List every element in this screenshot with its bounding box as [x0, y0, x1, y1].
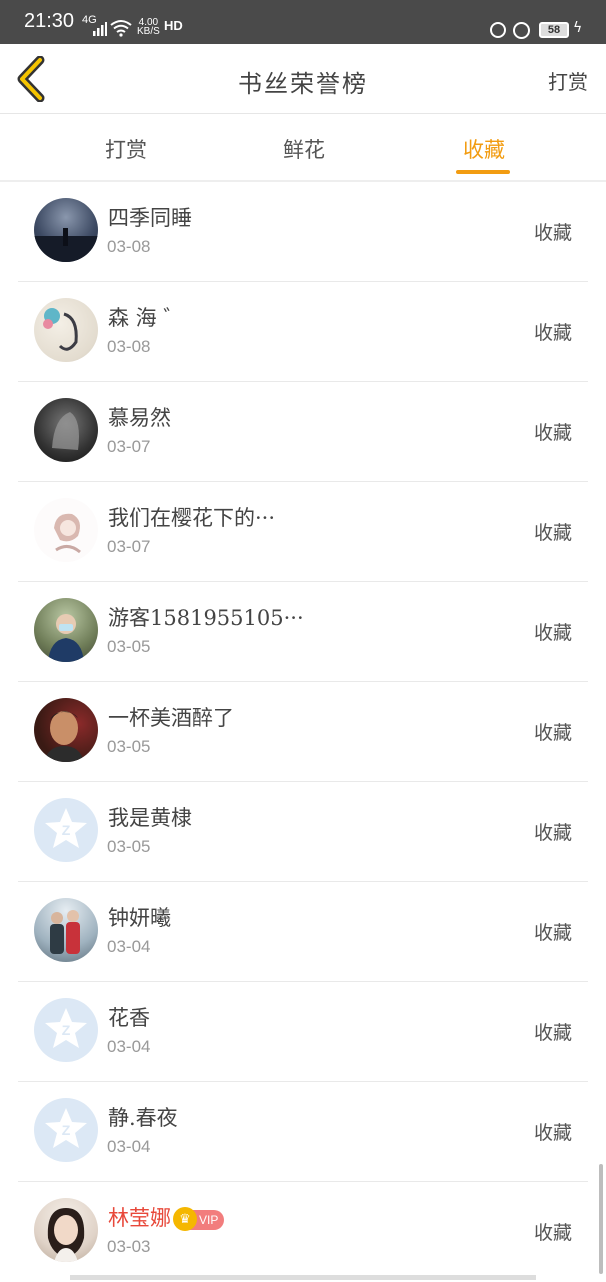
date: 03-07: [107, 537, 151, 556]
avatar: [34, 498, 98, 562]
reward-button[interactable]: 打赏: [548, 66, 588, 95]
net-speed: 4.00 KB/S: [137, 18, 160, 37]
action-label: 收藏: [533, 722, 572, 744]
alarm-icon: [513, 22, 530, 39]
user-name: 静.春夜: [108, 1106, 178, 1130]
scrollbar[interactable]: [599, 1164, 603, 1274]
next-row-edge: [70, 1275, 536, 1280]
signal-icon: [93, 22, 107, 36]
list-item[interactable]: 森 海 ゛ 03-08 收藏: [0, 282, 606, 382]
speed-unit: KB/S: [137, 26, 160, 37]
date: 03-04: [107, 937, 151, 956]
date: 03-03: [107, 1237, 151, 1256]
list-item[interactable]: 游客1581955105··· 03-05 收藏: [0, 582, 606, 682]
list-item[interactable]: Z 花香 03-04 收藏: [0, 982, 606, 1082]
date: 03-04: [107, 1037, 151, 1056]
date: 03-08: [107, 337, 151, 356]
action-label: 收藏: [533, 622, 572, 644]
avatar: [34, 898, 98, 962]
hd-indicator: HD: [164, 18, 183, 33]
avatar: [34, 398, 98, 462]
vip-badge: ♛ VIP: [173, 1206, 225, 1231]
list-item[interactable]: 钟妍曦 03-04 收藏: [0, 882, 606, 982]
avatar: [34, 598, 98, 662]
list-item[interactable]: Z 我是黄棣 03-05 收藏: [0, 782, 606, 882]
list-item[interactable]: Z 静.春夜 03-04 收藏: [0, 1082, 606, 1182]
user-name: 林莹娜 ♛ VIP: [108, 1202, 225, 1232]
action-label: 收藏: [533, 822, 572, 844]
tab-flowers[interactable]: 鲜花: [244, 134, 364, 164]
action-label: 收藏: [533, 1222, 572, 1244]
default-avatar-icon: Z: [34, 798, 98, 862]
date: 03-05: [107, 737, 151, 756]
list-item[interactable]: 我们在樱花下的··· 03-07 收藏: [0, 482, 606, 582]
tab-reward[interactable]: 打赏: [66, 134, 186, 164]
avatar: [34, 298, 98, 362]
action-label: 收藏: [533, 322, 572, 344]
user-name: 钟妍曦: [108, 906, 171, 930]
app-header: 书丝荣誉榜 打赏: [0, 44, 606, 114]
date: 03-04: [107, 1137, 151, 1156]
action-label: 收藏: [533, 1122, 572, 1144]
user-name: 游客1581955105···: [108, 606, 304, 630]
battery-icon: 58: [539, 22, 569, 38]
lock-icon: [490, 22, 506, 38]
avatar: [34, 698, 98, 762]
user-name-text: 林莹娜: [108, 1206, 171, 1230]
list-item[interactable]: 慕易然 03-07 收藏: [0, 382, 606, 482]
charging-icon: ϟ: [573, 20, 583, 36]
action-label: 收藏: [533, 422, 572, 444]
wifi-icon: [110, 20, 132, 37]
date: 03-08: [107, 237, 151, 256]
crown-icon: ♛: [173, 1206, 197, 1231]
user-name: 我是黄棣: [108, 806, 192, 830]
tab-favorites[interactable]: 收藏: [424, 134, 544, 164]
default-avatar-icon: Z: [34, 1098, 98, 1162]
user-name: 慕易然: [108, 406, 171, 430]
list-item[interactable]: 一杯美酒醉了 03-05 收藏: [0, 682, 606, 782]
active-tab-indicator: [456, 170, 510, 174]
page-title: 书丝荣誉榜: [238, 70, 368, 98]
list-item[interactable]: 林莹娜 ♛ VIP 03-03 收藏: [0, 1182, 606, 1282]
user-name: 四季同睡: [108, 206, 192, 230]
status-time: 21:30: [24, 10, 75, 32]
user-name: 我们在樱花下的···: [108, 506, 276, 530]
date: 03-05: [107, 637, 151, 656]
list-item[interactable]: 四季同睡 03-08 收藏: [0, 182, 606, 282]
action-label: 收藏: [533, 1022, 572, 1044]
action-label: 收藏: [533, 222, 572, 244]
svg-text:Z: Z: [62, 1122, 71, 1138]
status-bar: 21:30 4G 4.00 KB/S HD 58 ϟ: [0, 0, 606, 44]
vip-label: VIP: [199, 1212, 219, 1227]
tab-bar: 打赏 鲜花 收藏: [0, 114, 606, 181]
user-name: 森 海 ゛: [108, 306, 185, 330]
avatar: [34, 1198, 98, 1262]
svg-text:Z: Z: [62, 1022, 71, 1038]
svg-text:Z: Z: [62, 822, 71, 838]
default-avatar-icon: Z: [34, 998, 98, 1062]
user-name: 一杯美酒醉了: [108, 706, 234, 730]
action-label: 收藏: [533, 522, 572, 544]
date: 03-05: [107, 837, 151, 856]
date: 03-07: [107, 437, 151, 456]
avatar: [34, 198, 98, 262]
user-name: 花香: [108, 1006, 150, 1030]
action-label: 收藏: [533, 922, 572, 944]
